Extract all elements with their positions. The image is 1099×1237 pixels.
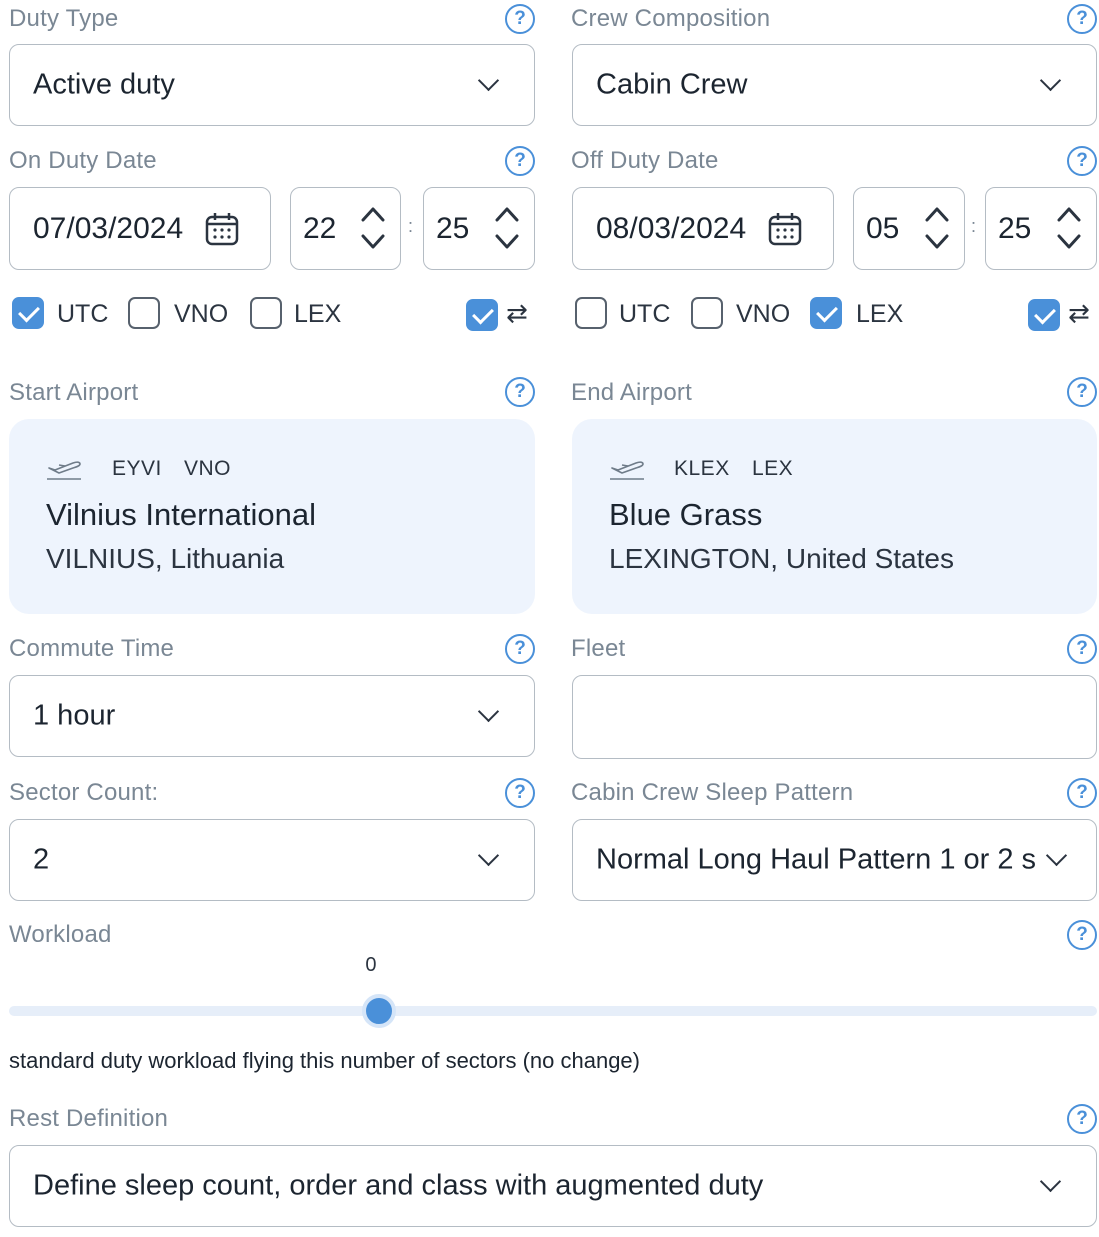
stepper-arrows-icon[interactable]: [494, 202, 520, 254]
off-duty-date-input[interactable]: 08/03/2024: [572, 187, 834, 270]
crew-composition-value: Cabin Crew: [596, 68, 748, 101]
off-duty-vno-label: VNO: [736, 300, 791, 328]
on-duty-date-label: On Duty Date: [9, 147, 157, 174]
on-duty-lex-label: LEX: [294, 300, 342, 328]
on-duty-date-value: 07/03/2024: [33, 211, 184, 245]
off-duty-vno-checkbox[interactable]: [691, 297, 723, 329]
workload-slider-thumb[interactable]: [361, 994, 396, 1028]
rest-definition-value: Define sleep count, order and class with…: [33, 1169, 764, 1202]
on-duty-hour-stepper[interactable]: 22: [290, 187, 401, 270]
on-duty-utc-checkbox[interactable]: [12, 297, 44, 329]
on-duty-utc-label: UTC: [57, 300, 109, 328]
on-duty-vno-checkbox[interactable]: [128, 297, 160, 329]
stepper-arrows-icon[interactable]: [1056, 202, 1082, 254]
commute-time-label: Commute Time: [9, 635, 175, 662]
swap-icon: ⇄: [1068, 298, 1090, 328]
fleet-help-icon[interactable]: ?: [1067, 634, 1097, 664]
sleep-pattern-label: Cabin Crew Sleep Pattern: [571, 779, 854, 806]
on-duty-date-input[interactable]: 07/03/2024: [9, 187, 271, 270]
chevron-down-icon: [1039, 69, 1062, 92]
end-airport-card[interactable]: KLEX LEX Blue Grass LEXINGTON, United St…: [572, 419, 1097, 614]
end-airport-city: LEXINGTON, United States: [609, 543, 954, 574]
sector-count-help-icon[interactable]: ?: [505, 778, 535, 808]
rest-definition-label: Rest Definition: [9, 1105, 169, 1132]
on-duty-sync-checkbox[interactable]: [466, 299, 498, 331]
workload-label: Workload: [9, 921, 112, 948]
sleep-pattern-value: Normal Long Haul Pattern 1 or 2 s: [596, 843, 1036, 876]
off-duty-date-value: 08/03/2024: [596, 211, 747, 245]
end-airport-icao: KLEX: [674, 457, 730, 480]
workload-help-icon[interactable]: ?: [1067, 920, 1097, 950]
chevron-down-icon: [477, 69, 500, 92]
off-duty-hour-stepper[interactable]: 05: [853, 187, 965, 270]
chevron-down-icon: [1039, 1170, 1062, 1193]
off-duty-lex-label: LEX: [856, 300, 904, 328]
fleet-input[interactable]: [572, 675, 1097, 759]
on-duty-minute-stepper[interactable]: 25: [423, 187, 535, 270]
fleet-label: Fleet: [571, 635, 626, 662]
off-duty-date-label: Off Duty Date: [571, 147, 719, 174]
on-duty-vno-label: VNO: [174, 300, 229, 328]
duty-type-value: Active duty: [33, 68, 175, 101]
duty-type-help-icon[interactable]: ?: [505, 4, 535, 34]
swap-icon: ⇄: [506, 298, 528, 328]
commute-time-help-icon[interactable]: ?: [505, 634, 535, 664]
sleep-pattern-select[interactable]: Normal Long Haul Pattern 1 or 2 s: [572, 819, 1097, 901]
end-airport-name: Blue Grass: [609, 497, 763, 532]
off-duty-help-icon[interactable]: ?: [1067, 146, 1097, 176]
off-duty-utc-label: UTC: [619, 300, 671, 328]
crew-composition-select[interactable]: Cabin Crew: [572, 44, 1097, 126]
time-separator: :: [408, 216, 414, 236]
chevron-down-icon: [477, 700, 500, 723]
on-duty-hour-value: 22: [303, 211, 337, 245]
off-duty-hour-value: 05: [866, 211, 900, 245]
start-airport-label: Start Airport: [9, 379, 139, 406]
sector-count-value: 2: [33, 843, 50, 876]
workload-description: standard duty workload flying this numbe…: [9, 1048, 640, 1073]
commute-time-value: 1 hour: [33, 699, 116, 732]
start-airport-help-icon[interactable]: ?: [505, 377, 535, 407]
start-airport-iata: VNO: [184, 457, 232, 480]
stepper-arrows-icon[interactable]: [360, 202, 386, 254]
sleep-pattern-help-icon[interactable]: ?: [1067, 778, 1097, 808]
on-duty-lex-checkbox[interactable]: [250, 297, 282, 329]
off-duty-minute-stepper[interactable]: 25: [985, 187, 1097, 270]
off-duty-sync-checkbox[interactable]: [1028, 299, 1060, 331]
calendar-icon[interactable]: [204, 211, 240, 247]
end-airport-label: End Airport: [571, 379, 692, 406]
plane-departure-icon: [47, 461, 81, 480]
calendar-icon[interactable]: [767, 211, 803, 247]
end-airport-iata: LEX: [752, 457, 794, 480]
start-airport-name: Vilnius International: [46, 497, 316, 532]
chevron-down-icon: [477, 844, 500, 867]
chevron-down-icon: [1045, 844, 1068, 867]
off-duty-utc-checkbox[interactable]: [575, 297, 607, 329]
on-duty-help-icon[interactable]: ?: [505, 146, 535, 176]
off-duty-lex-checkbox[interactable]: [810, 297, 842, 329]
rest-definition-help-icon[interactable]: ?: [1067, 1104, 1097, 1134]
stepper-arrows-icon[interactable]: [924, 202, 950, 254]
end-airport-help-icon[interactable]: ?: [1067, 377, 1097, 407]
off-duty-minute-value: 25: [998, 211, 1032, 245]
workload-slider-track[interactable]: [9, 1006, 1097, 1016]
time-separator: :: [971, 216, 977, 236]
duty-type-label: Duty Type: [9, 5, 119, 32]
sector-count-label: Sector Count:: [9, 779, 159, 806]
start-airport-city: VILNIUS, Lithuania: [46, 543, 285, 574]
start-airport-icao: EYVI: [112, 457, 162, 480]
commute-time-select[interactable]: 1 hour: [9, 675, 535, 757]
on-duty-minute-value: 25: [436, 211, 470, 245]
crew-composition-help-icon[interactable]: ?: [1067, 4, 1097, 34]
duty-type-select[interactable]: Active duty: [9, 44, 535, 126]
sector-count-select[interactable]: 2: [9, 819, 535, 901]
workload-value: 0: [365, 954, 377, 976]
crew-composition-label: Crew Composition: [571, 5, 771, 32]
start-airport-card[interactable]: EYVI VNO Vilnius International VILNIUS, …: [9, 419, 535, 614]
plane-departure-icon: [610, 461, 644, 480]
rest-definition-select[interactable]: Define sleep count, order and class with…: [9, 1145, 1097, 1227]
